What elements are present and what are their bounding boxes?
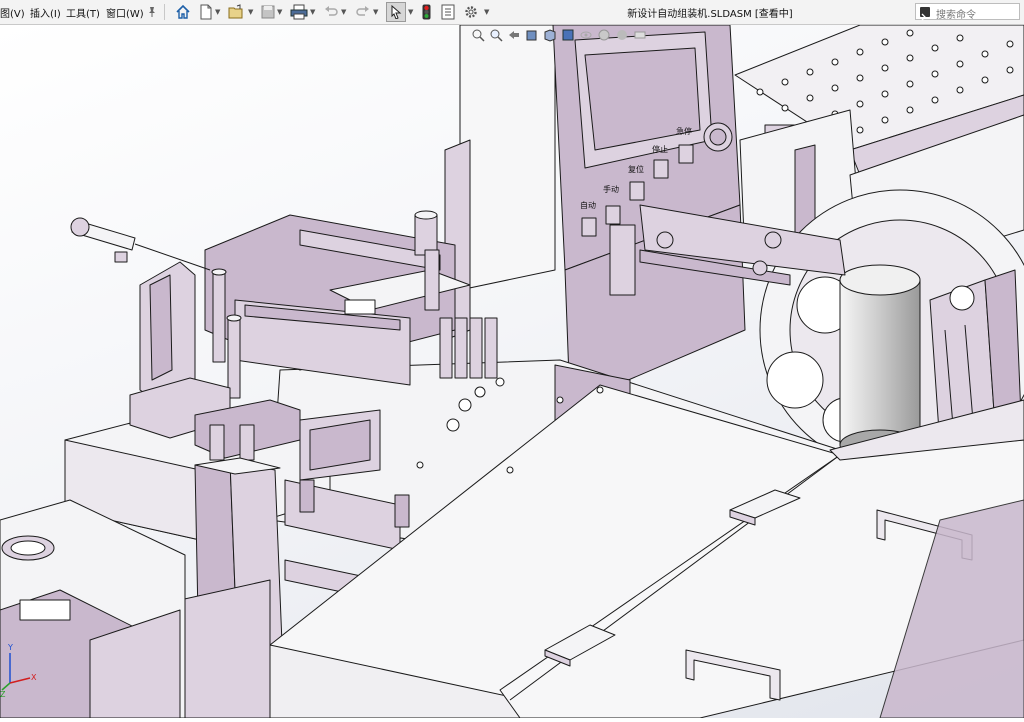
menu-bar: 图(V) 插入(I) 工具(T) 窗口(W) ▼ ▼ ▼ ▼ ▼ ▼ ▼ ▼ 新… (0, 0, 1024, 25)
undo-icon[interactable] (324, 2, 338, 22)
new-file-icon[interactable] (198, 2, 214, 22)
cylinder (839, 279, 921, 446)
panel-label-2: 手动 (603, 184, 619, 194)
heads-up-toolbar (470, 27, 648, 45)
redo-icon[interactable] (356, 2, 370, 22)
panel-label-1: 自动 (580, 200, 596, 210)
scene-icon[interactable] (614, 27, 630, 43)
traffic-light-icon[interactable] (420, 2, 432, 22)
panel-label-5: 急停 (676, 126, 692, 136)
view-orientation-icon[interactable] (542, 27, 558, 43)
menu-tools[interactable]: 工具(T) (66, 5, 100, 20)
zoom-to-fit-icon[interactable] (470, 27, 486, 43)
menu-window[interactable]: 窗口(W) (106, 5, 144, 20)
previous-view-icon[interactable] (506, 27, 522, 43)
file-properties-icon[interactable] (440, 2, 456, 22)
coordinate-triad: Y X Z (0, 638, 40, 699)
document-title: 新设计自动组装机.SLDASM [查看中] (627, 9, 793, 20)
triad-x-label: X (31, 673, 37, 682)
triad-z-label: Z (0, 690, 6, 698)
display-settings-icon[interactable] (632, 27, 648, 43)
assembly-model: 自动 手动 复位 停止 急停 (0, 24, 1024, 719)
home-icon[interactable] (174, 2, 192, 22)
display-style-icon[interactable] (560, 27, 576, 43)
pin-icon[interactable] (145, 2, 159, 22)
gear-icon[interactable] (463, 2, 479, 22)
search-placeholder: 搜索命令 (936, 10, 976, 21)
search-input[interactable]: 搜索命令 (915, 3, 1020, 21)
menu-insert[interactable]: 插入(I) (30, 5, 61, 20)
select-pointer-icon[interactable] (386, 2, 406, 22)
section-view-icon[interactable] (524, 27, 540, 43)
hide-show-icon[interactable] (578, 27, 594, 43)
print-icon[interactable] (290, 2, 308, 22)
search-icon (920, 7, 930, 21)
panel-label-3: 复位 (628, 164, 644, 174)
panel-label-4: 停止 (652, 144, 668, 154)
graphics-area[interactable]: 自动 手动 复位 停止 急停 (0, 24, 1024, 719)
triad-y-label: Y (7, 643, 13, 652)
backing-column (459, 24, 556, 291)
appearance-icon[interactable] (596, 27, 612, 43)
save-icon[interactable] (260, 2, 276, 22)
zoom-area-icon[interactable] (488, 27, 504, 43)
open-file-icon[interactable] (228, 2, 246, 22)
menu-view[interactable]: 图(V) (0, 5, 25, 20)
